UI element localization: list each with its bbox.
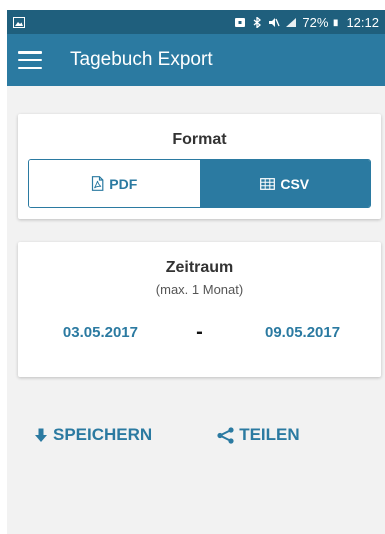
app-title: Tagebuch Export: [70, 49, 213, 70]
download-arrow-icon: [35, 428, 47, 442]
range-card: Zeitraum (max. 1 Monat) 03.05.2017 - 09.…: [18, 242, 381, 377]
format-toggle: PDF CSV: [28, 159, 371, 208]
bluetooth-icon: [254, 16, 262, 28]
status-bar-left: [13, 16, 25, 28]
date-separator: -: [196, 321, 203, 343]
save-label: SPEICHERN: [53, 425, 153, 444]
format-csv-label: CSV: [280, 175, 310, 192]
format-csv-button[interactable]: CSV: [199, 160, 370, 207]
app-bar: Tagebuch Export: [7, 34, 385, 86]
status-bar-right: 72% 12:12: [234, 15, 379, 30]
share-button[interactable]: TEILEN: [217, 425, 300, 445]
range-subtitle: (max. 1 Monat): [155, 282, 244, 297]
date-to[interactable]: 09.05.2017: [261, 324, 381, 341]
status-bar: 72% 12:12: [7, 10, 385, 34]
signal-icon: [286, 17, 297, 27]
battery-icon: [334, 19, 339, 26]
format-pdf-button[interactable]: PDF: [29, 160, 200, 207]
table-icon: [260, 177, 276, 190]
lock-icon: [235, 17, 246, 27]
range-title: Zeitraum: [165, 259, 234, 276]
action-row: SPEICHERN TEILEN: [7, 425, 385, 445]
share-label: TEILEN: [239, 425, 300, 444]
hamburger-menu-icon[interactable]: [18, 51, 42, 69]
date-from[interactable]: 03.05.2017: [18, 324, 138, 341]
format-pdf-label: PDF: [109, 175, 138, 192]
format-card: Format PDF CSV: [18, 114, 381, 219]
image-icon: [13, 16, 25, 28]
format-title: Format: [172, 131, 227, 148]
mute-icon: [269, 17, 281, 27]
date-range-row: 03.05.2017 - 09.05.2017: [18, 322, 381, 342]
battery-percent: 72%: [302, 14, 329, 30]
clock: 12:12: [346, 14, 379, 30]
main-content: Format PDF CSV Zeitraum (max. 1 Monat) 0…: [7, 86, 385, 534]
save-button[interactable]: SPEICHERN: [34, 425, 152, 445]
share-icon: [217, 426, 234, 444]
pdf-file-icon: [92, 176, 104, 191]
